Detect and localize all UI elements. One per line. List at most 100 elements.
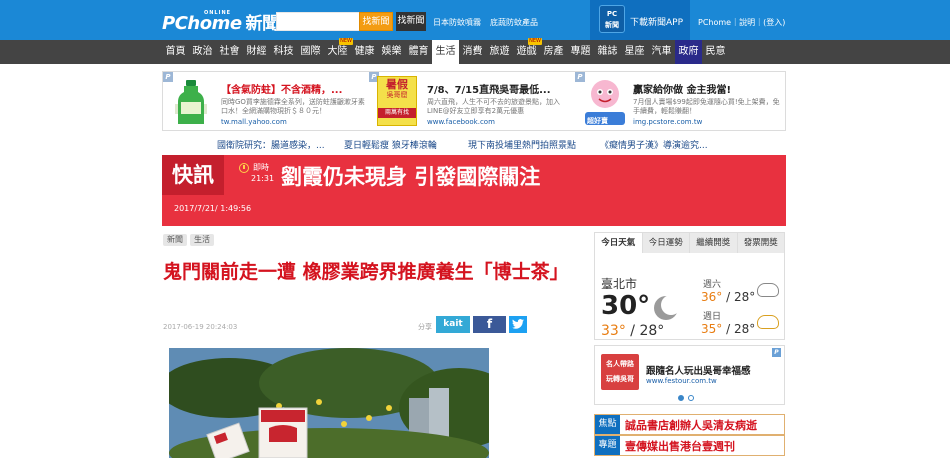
sidebar-focus-row[interactable]: 焦點 誠品書店創辦人吳清友病逝 <box>594 414 785 435</box>
account-links[interactable]: PChome｜說明｜(登入) <box>698 17 785 28</box>
headline-link[interactable]: 現下南投埔里熱門拍照景點 <box>468 138 576 151</box>
search-input[interactable] <box>276 12 360 31</box>
carousel-dot[interactable] <box>678 395 684 401</box>
ad-url: img.pcstore.com.tw <box>633 118 703 126</box>
nav-item-label: 財經 <box>246 46 267 57</box>
angkor-promo-image: 暑假 吳哥窟 兩萬有找 <box>377 76 417 126</box>
row-text: 誠品書店創辦人吳清友病逝 <box>625 419 757 432</box>
share-facebook-button[interactable]: f <box>473 316 506 333</box>
nav-item[interactable]: 星座 <box>621 40 648 64</box>
tab-weather[interactable]: 今日天氣 <box>595 233 643 253</box>
cloudy-moon-icon <box>757 283 779 297</box>
weather-city[interactable]: 臺北市 <box>601 275 637 292</box>
breaking-news-time-label: 即時 <box>253 163 269 172</box>
ad-card[interactable]: P 暑假 吳哥窟 兩萬有找 7/8、7/15直飛吳哥最低... 周六直飛，人生不… <box>369 72 575 130</box>
breaking-news-label: 快訊 <box>162 155 224 195</box>
nav-item-label: 生活 <box>435 46 456 57</box>
nav-item[interactable]: 雜誌 <box>594 40 621 64</box>
headline-link[interactable]: 《癡情男子漢》導演逾究... <box>600 138 708 151</box>
article-photo[interactable] <box>169 348 489 458</box>
app-icon-line1: PC <box>606 10 618 18</box>
mouthwash-bottle-image <box>171 76 211 126</box>
top-link-antimosquito[interactable]: 日本防蚊噴霧 <box>433 17 481 28</box>
forecast-day: 週六 <box>703 280 722 290</box>
nav-items: 首頁 政治 社會 財經 科技 國際 大陸 NEW 健康 娛樂 體育 生活 消費 旅遊 遊戲 NEW 房產 專題 雜誌… <box>162 38 729 64</box>
nav-item[interactable]: 國際 <box>297 40 324 64</box>
nav-item[interactable]: 娛樂 <box>378 40 405 64</box>
nav-item-label: 雜誌 <box>597 46 618 57</box>
nav-item-label: 民意 <box>705 46 726 57</box>
ad-card[interactable]: P 【含氣防蛀】不含酒精，... 同時GO買李施德霖全系列，送防蛀護齦漱牙素口水… <box>163 72 369 130</box>
nav-item-label: 遊戲 <box>516 46 537 57</box>
partly-cloudy-icon <box>757 315 779 329</box>
weather-widget: 今日天氣 今日運勢 繼續開獎 發票開獎 臺北市 30° 33° / 28° 週六… <box>594 232 785 340</box>
nav-item-label: 健康 <box>354 46 375 57</box>
ad-desc: 7月個人賣場$99起即免運隨心買!免上架費，免手續費，輕鬆賺翻！ <box>633 98 780 115</box>
nav-item-label: 消費 <box>462 46 483 57</box>
breadcrumb: 新聞 生活 <box>163 234 214 246</box>
nav-item[interactable]: 財經 <box>243 40 270 64</box>
sidebar-ad-thumb-line1: 名人帶路 <box>606 360 634 368</box>
sidebar-ad-badge: P <box>772 348 781 357</box>
nav-item[interactable]: 專題 <box>567 40 594 64</box>
headline-link[interactable]: 國衛院研究：腸道感染，... <box>217 138 325 151</box>
nav-item-label: 政府 <box>678 46 699 57</box>
tab-fortune[interactable]: 今日運勢 <box>643 233 690 253</box>
sidebar-ad-image: 名人帶路 玩轉吳哥 <box>601 354 639 390</box>
nav-item[interactable]: 汽車 <box>648 40 675 64</box>
ad-title: 贏家給你做 金主我當! <box>633 85 732 96</box>
headline-link[interactable]: 夏日輕鬆瘦 狼牙棒滾輪 <box>344 138 437 151</box>
clock-icon <box>239 163 249 173</box>
tab-lottery[interactable]: 繼續開獎 <box>690 233 738 253</box>
ad-card[interactable]: P 超好賣 贏家給你做 金主我當! 7月個人賣場$99起即免運隨心買!免上架費，… <box>575 72 781 130</box>
breadcrumb-item[interactable]: 生活 <box>190 234 214 246</box>
weather-current-temp: 30° <box>601 291 651 321</box>
sidebar-feature-row[interactable]: 專題 壹傳媒出售港台壹週刊 <box>594 435 785 456</box>
ad-title: 7/8、7/15直飛吳哥最低... <box>427 85 551 96</box>
nav-item[interactable]: 體育 <box>405 40 432 64</box>
nav-item[interactable]: 健康 <box>351 40 378 64</box>
today-sep: / <box>625 323 640 339</box>
top-link-products[interactable]: 底蔬防蚊產品 <box>490 17 538 28</box>
moon-icon <box>661 295 681 315</box>
share-kait-button[interactable]: kait <box>436 316 470 333</box>
nav-item[interactable]: 社會 <box>216 40 243 64</box>
ad-strip: P 【含氣防蛀】不含酒精，... 同時GO買李施德霖全系列，送防蛀護齦漱牙素口水… <box>162 71 786 131</box>
nav-item[interactable]: 科技 <box>270 40 297 64</box>
logo-text: PChome <box>162 13 242 34</box>
nav-item[interactable]: 生活 <box>432 40 459 64</box>
ad-img-text2: 吳哥窟 <box>386 91 408 99</box>
nav-item[interactable]: 政府 <box>675 40 702 64</box>
nav-item[interactable]: 遊戲 NEW <box>513 38 542 64</box>
ad-title: 【含氣防蛀】不含酒精，... <box>221 85 343 96</box>
tab-invoice[interactable]: 發票開獎 <box>738 233 785 253</box>
breaking-news-time: 21:31 <box>251 174 275 183</box>
share-twitter-button[interactable] <box>509 316 527 333</box>
carousel-dot[interactable] <box>688 395 694 401</box>
mascot-caption: 超好賣 <box>587 117 608 125</box>
nav-item[interactable]: 政治 <box>189 40 216 64</box>
nav-item-label: 政治 <box>192 46 213 57</box>
search-news-button[interactable]: 找新聞 <box>359 12 393 31</box>
weather-today-range: 33° / 28° <box>601 323 664 339</box>
nav-item[interactable]: 民意 <box>702 40 729 64</box>
nav-item[interactable]: 消費 <box>459 40 486 64</box>
sidebar-ad[interactable]: 名人帶路 玩轉吳哥 P 跟隨名人玩出吳哥幸福感 www.festour.com.… <box>594 345 785 405</box>
nav-item[interactable]: 大陸 NEW <box>324 38 353 64</box>
nav-item[interactable]: 旅遊 <box>486 40 513 64</box>
breaking-news-text: 劉霞仍未現身 引發國際關注 <box>281 165 541 189</box>
forecast-day: 週日 <box>703 312 722 322</box>
nav-item[interactable]: 房產 <box>540 40 567 64</box>
nav-item-label: 汽車 <box>651 46 672 57</box>
app-download-panel[interactable]: PC 新聞 下載新聞APP <box>590 0 690 40</box>
search-shop-button[interactable]: 找新聞 <box>396 12 426 31</box>
site-logo[interactable]: PChome ONLINE 新聞 <box>162 9 279 34</box>
breadcrumb-item[interactable]: 新聞 <box>163 234 187 246</box>
logo-news: 新聞 <box>245 14 280 34</box>
breaking-news-banner[interactable]: 快訊 即時 21:31 劉霞仍未現身 引發國際關注 2017/7/21/ 1:4… <box>162 155 786 226</box>
forecast-high: 35° <box>701 322 723 336</box>
app-icon: PC 新聞 <box>599 5 625 33</box>
nav-item[interactable]: 首頁 <box>162 40 189 64</box>
nav-item-label: 大陸 <box>327 46 348 57</box>
forecast-range: 36° / 28° <box>701 290 756 304</box>
